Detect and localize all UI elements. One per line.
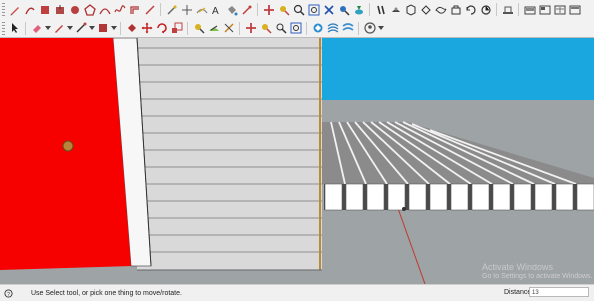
move-icon[interactable] xyxy=(140,22,153,35)
select-icon[interactable] xyxy=(8,22,21,35)
svg-text:?: ? xyxy=(7,292,10,298)
section-fill-icon[interactable] xyxy=(389,3,402,16)
zoom-extents-icon[interactable] xyxy=(292,3,305,16)
previous-view-icon[interactable] xyxy=(289,22,302,35)
toolbar-separator xyxy=(120,21,121,35)
look-around-icon[interactable] xyxy=(337,3,350,16)
line-icon[interactable] xyxy=(74,22,87,35)
shape-dropdown[interactable] xyxy=(110,22,117,35)
rectangle-icon[interactable] xyxy=(96,22,109,35)
shaded-icon[interactable] xyxy=(553,3,566,16)
svg-text:A: A xyxy=(212,6,219,16)
3d-warehouse-icon[interactable] xyxy=(311,22,324,35)
scale-icon[interactable] xyxy=(170,22,183,35)
paint-bucket-icon[interactable] xyxy=(225,3,238,16)
paint-bucket-icon[interactable] xyxy=(125,22,138,35)
arc-icon[interactable] xyxy=(98,3,111,16)
eraser-icon[interactable] xyxy=(30,22,43,35)
toolbar-separator xyxy=(25,21,26,35)
toolbar-separator xyxy=(518,3,519,16)
secondary-toolbar xyxy=(0,19,594,38)
zoom-icon[interactable] xyxy=(259,22,272,35)
wireframe-icon[interactable] xyxy=(523,3,536,16)
watermark-subtitle: Go to Settings to activate Windows. xyxy=(482,273,593,280)
eraser-dropdown[interactable] xyxy=(44,22,51,35)
toolbar-separator xyxy=(239,21,240,35)
orbit-icon[interactable] xyxy=(240,3,253,16)
axes-icon[interactable] xyxy=(180,3,193,16)
pencil-icon[interactable] xyxy=(8,3,21,16)
zoom-icon[interactable] xyxy=(277,3,290,16)
toolbar-grip[interactable] xyxy=(2,3,5,16)
toolbar-separator xyxy=(257,3,258,16)
activation-watermark: Activate Windows Go to Settings to activ… xyxy=(482,262,593,282)
scene-canvas[interactable] xyxy=(0,38,594,284)
tape-measure-icon[interactable] xyxy=(192,22,205,35)
pencil-icon[interactable] xyxy=(52,22,65,35)
door-knob xyxy=(62,140,74,152)
display-section-icon[interactable] xyxy=(374,3,387,16)
line-icon[interactable] xyxy=(23,3,36,16)
status-hint: Use Select tool, or pick one thing to mo… xyxy=(31,290,182,297)
info-icon[interactable]: ? xyxy=(3,289,13,299)
user-dropdown[interactable] xyxy=(377,22,384,35)
xray-icon[interactable] xyxy=(501,3,514,16)
offset-icon[interactable] xyxy=(128,3,141,16)
text-icon[interactable]: A xyxy=(210,3,223,16)
model-viewport[interactable]: Activate Windows Go to Settings to activ… xyxy=(0,38,594,284)
front-view-icon[interactable] xyxy=(434,3,447,16)
pan-icon[interactable] xyxy=(262,3,275,16)
toolbar-separator xyxy=(358,21,359,35)
toolbar-separator xyxy=(369,3,370,16)
pan-icon[interactable] xyxy=(244,22,257,35)
line-dropdown[interactable] xyxy=(66,22,73,35)
user-icon[interactable] xyxy=(363,22,376,35)
textured-icon[interactable] xyxy=(568,3,581,16)
push-pull-icon[interactable] xyxy=(53,3,66,16)
polygon-icon[interactable] xyxy=(83,3,96,16)
hidden-line-icon[interactable] xyxy=(538,3,551,16)
circle-icon[interactable] xyxy=(68,3,81,16)
position-camera-icon[interactable] xyxy=(322,3,335,16)
iso-view-icon[interactable] xyxy=(404,3,417,16)
watermark-title: Activate Windows xyxy=(482,262,554,272)
arc-dropdown[interactable] xyxy=(88,22,95,35)
toolbar-separator xyxy=(306,21,307,35)
inference-point xyxy=(402,207,406,211)
orbit-icon[interactable] xyxy=(222,22,235,35)
freehand-icon[interactable] xyxy=(113,3,126,16)
toolbar-separator xyxy=(187,21,188,35)
left-view-icon[interactable] xyxy=(479,3,492,16)
layout-icon[interactable] xyxy=(341,22,354,35)
walk-icon[interactable] xyxy=(307,3,320,16)
dimension-icon[interactable] xyxy=(195,3,208,16)
toolbar-separator xyxy=(496,3,497,16)
protractor-icon[interactable] xyxy=(165,3,178,16)
section-plane-icon[interactable] xyxy=(352,3,365,16)
extension-warehouse-icon[interactable] xyxy=(326,22,339,35)
primary-toolbar: A xyxy=(0,0,594,20)
zoom-window-icon[interactable] xyxy=(274,22,287,35)
right-view-icon[interactable] xyxy=(449,3,462,16)
sketchup-window: A Activate Windows Go to Settings to act… xyxy=(0,0,594,301)
back-view-icon[interactable] xyxy=(464,3,477,16)
measurement-input[interactable]: 13 xyxy=(529,287,589,297)
rectangle-icon[interactable] xyxy=(38,3,51,16)
rotate-icon[interactable] xyxy=(155,22,168,35)
text-icon[interactable] xyxy=(207,22,220,35)
tape-measure-icon[interactable] xyxy=(143,3,156,16)
toolbar-separator xyxy=(160,3,161,16)
top-view-icon[interactable] xyxy=(419,3,432,16)
status-bar: ? Use Select tool, or pick one thing to … xyxy=(0,284,594,301)
red-door xyxy=(0,38,131,270)
measurement-label: Distance xyxy=(504,289,532,296)
toolbar-grip[interactable] xyxy=(2,21,5,35)
